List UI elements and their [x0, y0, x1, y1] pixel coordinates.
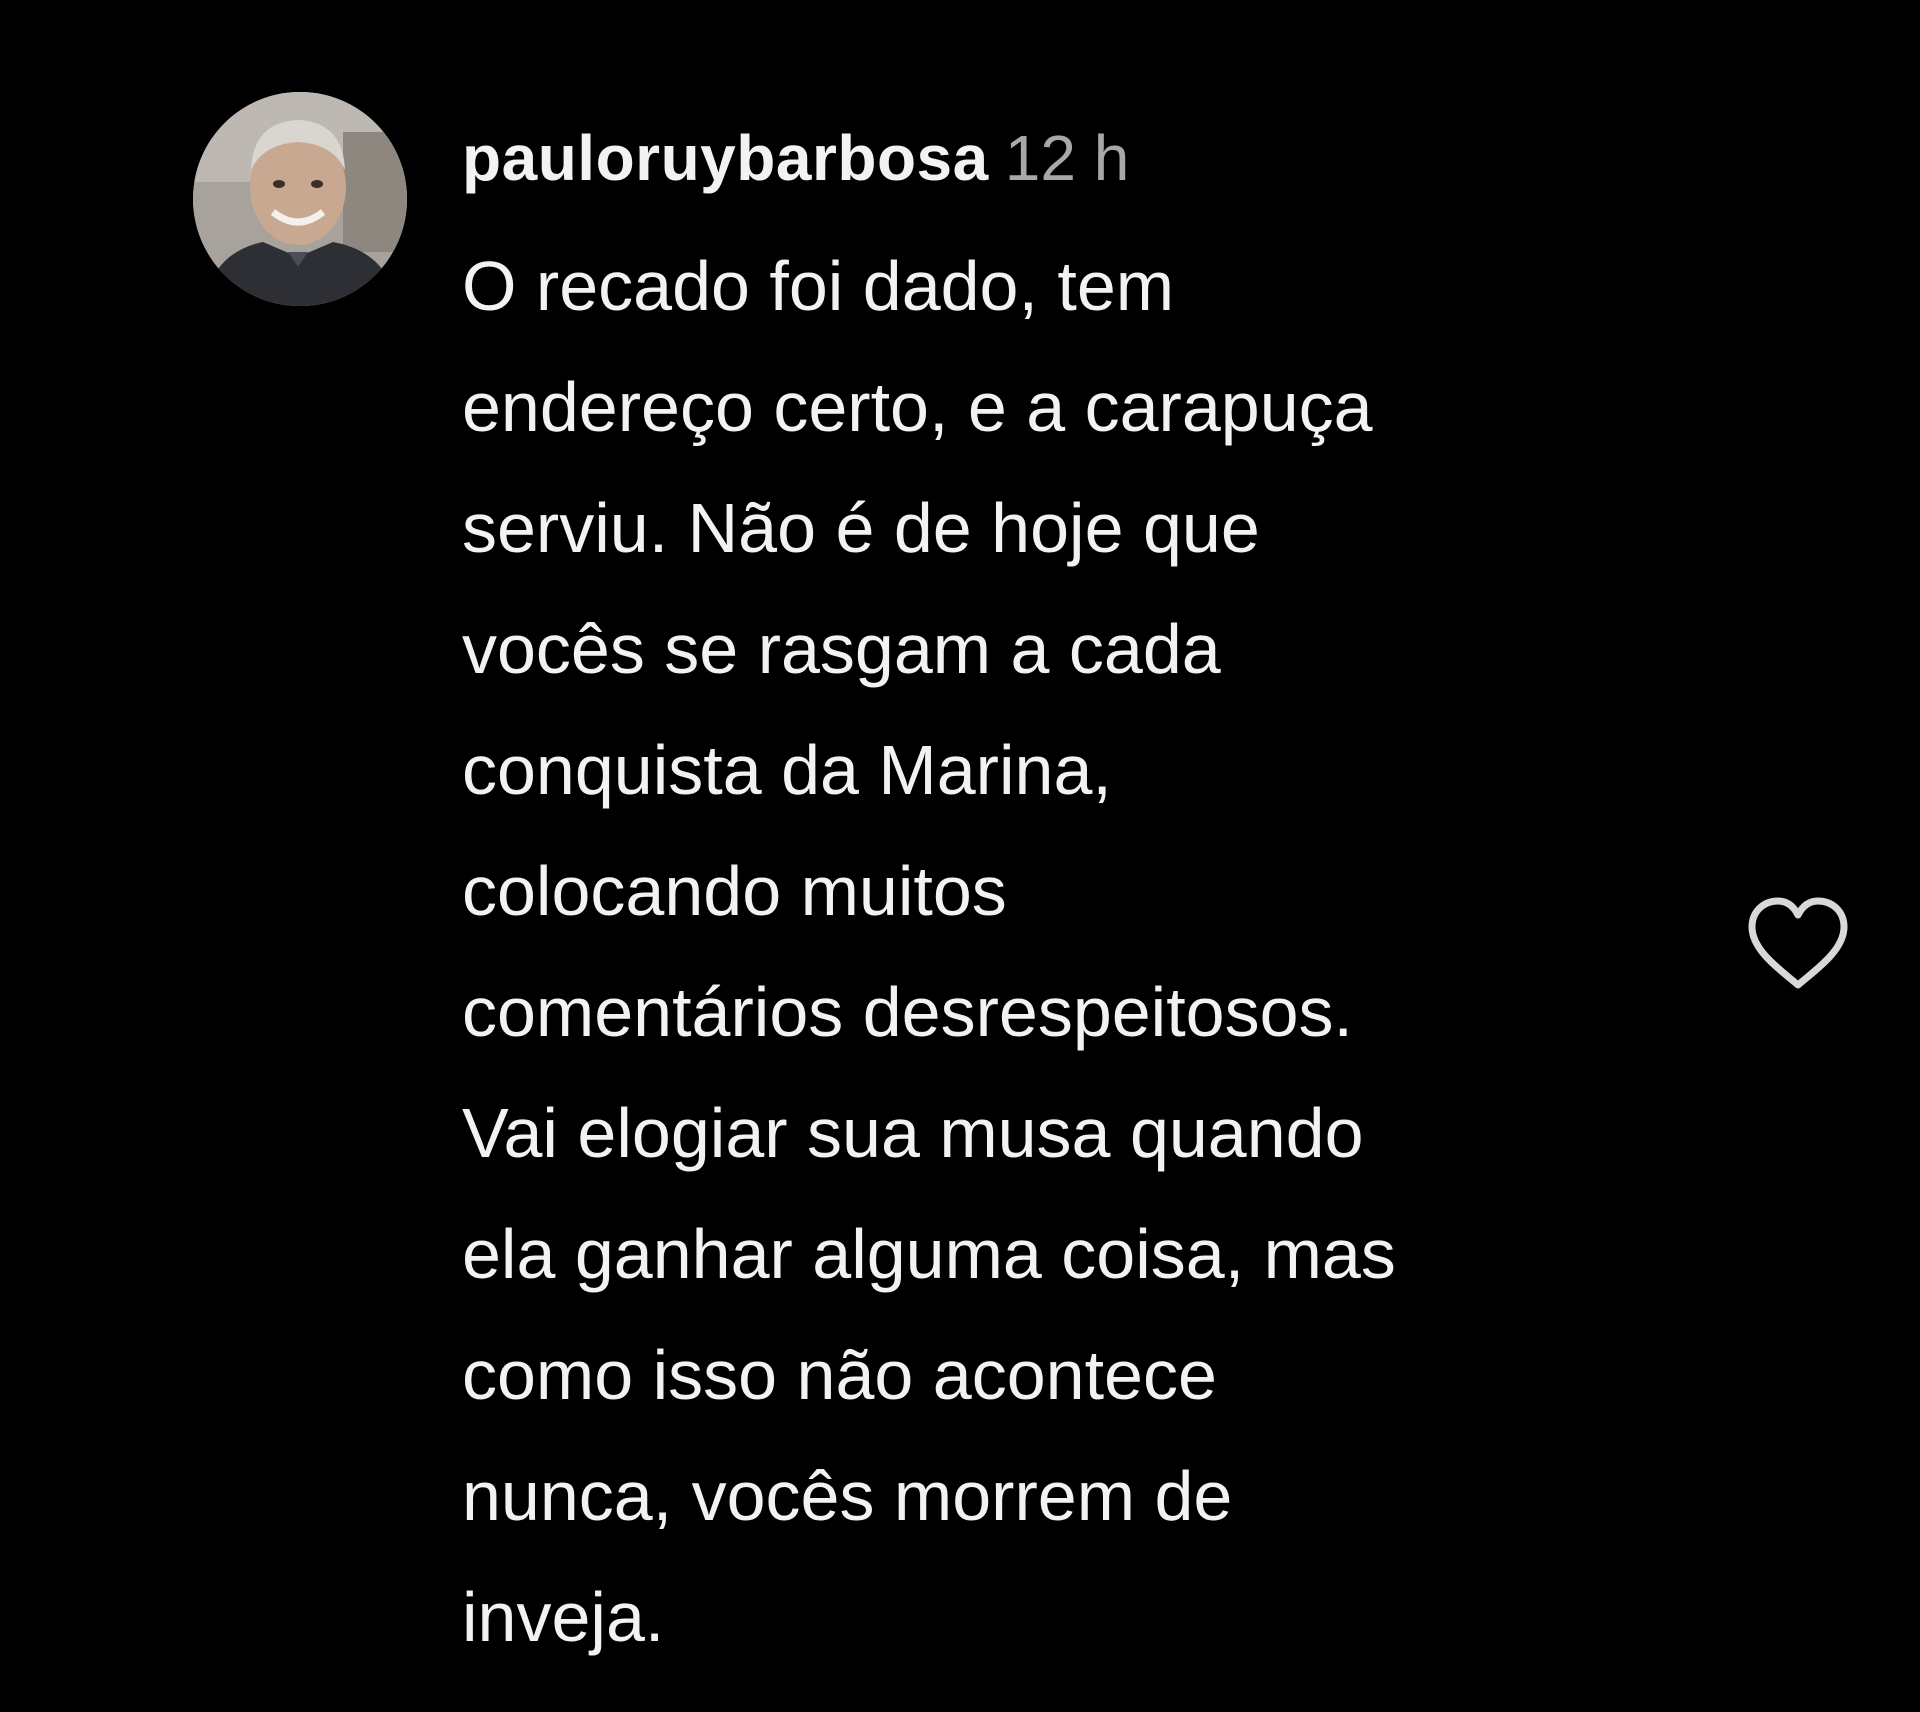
- comment-text-line: vocês se rasgam a cada: [462, 610, 1221, 688]
- comment-text-line: nunca, vocês morrem de: [462, 1457, 1233, 1535]
- profile-photo-avatar: [193, 92, 407, 306]
- comment-text-line: inveja.: [462, 1578, 665, 1656]
- like-button[interactable]: [1742, 893, 1854, 995]
- comment-text-line: serviu. Não é de hoje que: [462, 489, 1260, 567]
- heart-outline-icon: [1748, 897, 1848, 989]
- comment-text-line: colocando muitos: [462, 852, 1007, 930]
- comment-text-line: O recado foi dado, tem: [462, 247, 1175, 325]
- comment-item: pauloruybarbosa 12 h O recado foi dado, t…: [0, 0, 1920, 1712]
- comment-timestamp: 12 h: [1004, 122, 1130, 194]
- comment-text-line: ela ganhar alguma coisa, mas: [462, 1215, 1396, 1293]
- comment-text-line: Vai elogiar sua musa quando: [462, 1094, 1364, 1172]
- avatar[interactable]: [193, 92, 407, 306]
- comment-text-line: como isso não acontece: [462, 1336, 1217, 1414]
- comment-body: pauloruybarbosa 12 h O recado foi dado, t…: [462, 118, 1712, 1678]
- comment-text-line: conquista da Marina,: [462, 731, 1112, 809]
- comment-text-line: endereço certo, e a carapuça: [462, 368, 1373, 446]
- comment-text: O recado foi dado, tem endereço certo, e…: [462, 226, 1712, 1678]
- username-link[interactable]: pauloruybarbosa: [462, 122, 989, 194]
- comment-text-line: comentários desrespeitosos.: [462, 973, 1353, 1051]
- comment-header: pauloruybarbosa 12 h: [462, 118, 1712, 198]
